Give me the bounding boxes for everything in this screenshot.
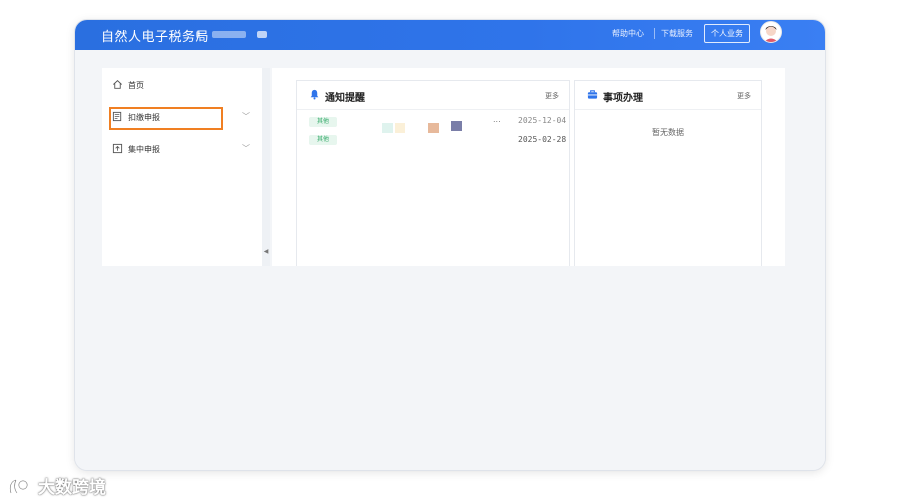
notice-panel: 通知提醒 更多 其他 ... 2025-12-04 其他 2025-02-28	[296, 80, 570, 267]
chevron-down-icon[interactable]: ﹀	[242, 143, 250, 154]
redacted-text	[451, 121, 462, 131]
lower-blank-area	[75, 266, 825, 470]
redacted-text	[212, 31, 246, 38]
redacted-text	[196, 31, 200, 38]
home-icon	[113, 80, 122, 89]
help-center-link[interactable]: 帮助中心	[612, 28, 644, 39]
sidebar-collapse-bar[interactable]	[262, 68, 270, 266]
task-more-link[interactable]: 更多	[737, 91, 751, 101]
bell-icon	[310, 89, 319, 100]
watermark-text: 大数跨境	[38, 478, 106, 498]
watermark: 大数跨境	[8, 473, 106, 498]
briefcase-icon	[587, 90, 598, 99]
redacted-text	[428, 123, 439, 133]
dashboard-panels: 通知提醒 更多 其他 ... 2025-12-04 其他 2025-02-28	[272, 68, 785, 267]
chevron-left-icon[interactable]: ◀	[262, 248, 270, 255]
avatar-icon	[764, 26, 778, 42]
sidebar-item-batch-declaration[interactable]: 集中申报 ﹀	[112, 139, 252, 159]
empty-state-text: 暂无数据	[652, 128, 684, 137]
notice-panel-header: 通知提醒 更多	[297, 81, 569, 110]
chevron-down-icon[interactable]: ﹀	[242, 111, 250, 122]
notice-tag: 其他	[309, 135, 337, 145]
task-panel: 事项办理 更多 暂无数据	[574, 80, 762, 267]
ellipsis: ...	[493, 115, 501, 124]
user-avatar[interactable]	[760, 21, 782, 43]
sidebar-item-label: 首页	[128, 81, 144, 90]
sidebar-item-home[interactable]: 首页	[112, 75, 252, 95]
top-header: 自然人电子税务局 帮助中心 下载服务 个人业务	[75, 20, 825, 50]
watermark-logo-icon	[9, 478, 29, 494]
browser-frame: 自然人电子税务局 帮助中心 下载服务 个人业务 首页 扣缴申报 ﹀ 集中申报 ﹀…	[75, 20, 825, 470]
notice-date: 2025-12-04	[518, 116, 567, 125]
notice-date: 2025-02-28	[518, 135, 567, 144]
redacted-text	[382, 123, 393, 133]
personal-business-button[interactable]: 个人业务	[704, 24, 750, 43]
notice-more-link[interactable]: 更多	[545, 91, 559, 101]
sidebar-item-label: 集中申报	[128, 145, 160, 154]
task-panel-title: 事项办理	[603, 93, 643, 104]
redacted-text	[395, 123, 405, 133]
highlight-box	[109, 107, 223, 130]
download-service-link[interactable]: 下载服务	[661, 28, 693, 39]
header-divider	[654, 28, 655, 39]
upload-box-icon	[112, 143, 123, 154]
sidebar: 首页 扣缴申报 ﹀ 集中申报 ﹀	[102, 68, 262, 266]
redacted-text	[257, 31, 267, 38]
task-panel-header: 事项办理 更多	[575, 81, 761, 110]
site-brand[interactable]: 自然人电子税务局	[101, 26, 209, 45]
notice-panel-title: 通知提醒	[325, 93, 365, 104]
notice-tag: 其他	[309, 117, 337, 127]
